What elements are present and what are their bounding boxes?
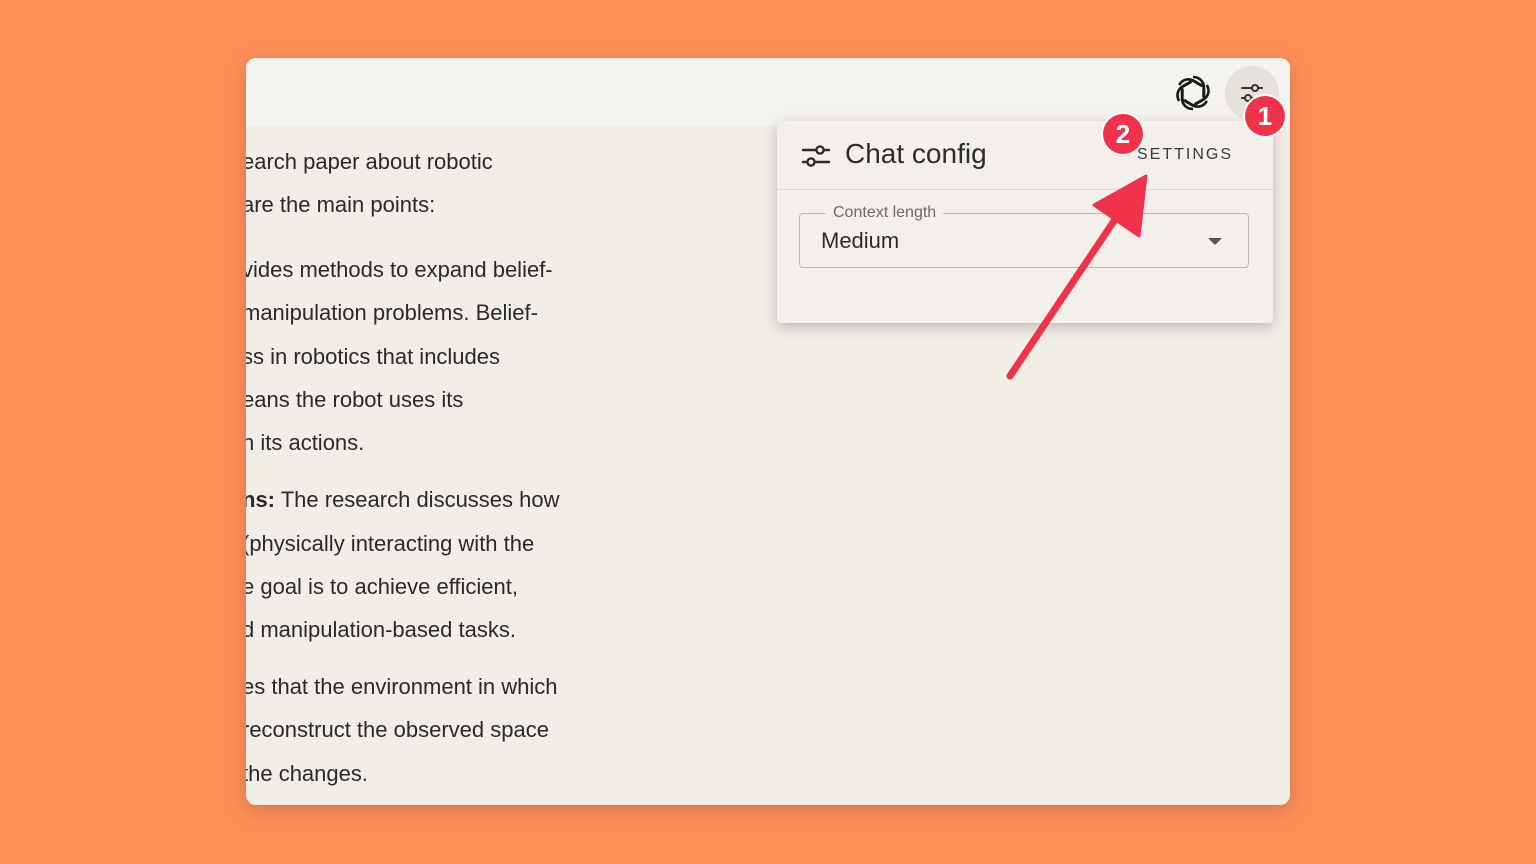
step-badge-1: 1 [1245, 96, 1285, 136]
step-badge-2: 2 [1103, 114, 1143, 154]
annotation-arrow [1006, 174, 1148, 380]
